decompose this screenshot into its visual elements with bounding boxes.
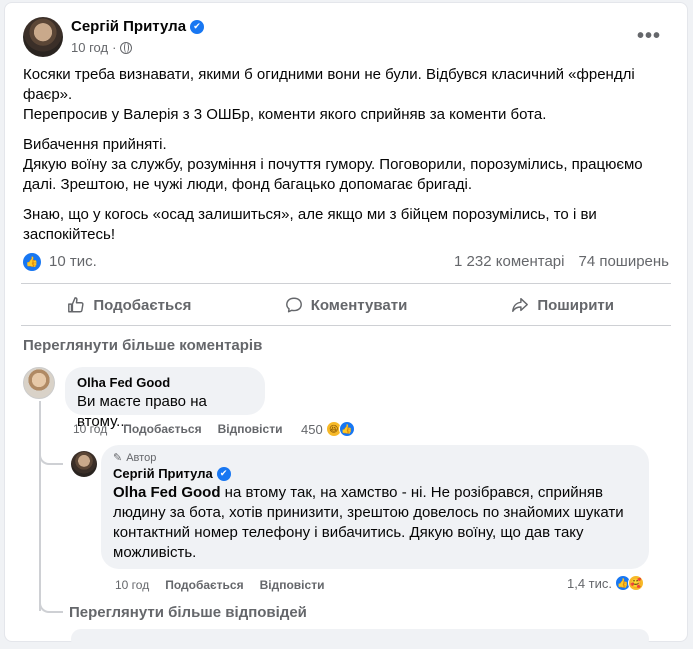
share-button-label: Поширити [537, 296, 614, 314]
comment-meta: 10 год Подобається Відповісти [73, 422, 282, 436]
view-more-replies-link[interactable]: Переглянути більше відповідей [69, 604, 307, 621]
like-reaction-icon: 👍 [338, 421, 355, 437]
post-author-name[interactable]: Сергій Притула [71, 18, 186, 35]
post-paragraph: Вибачення прийняті. Дякую воїну за служб… [23, 136, 643, 193]
author-tag: ✎ Автор [113, 451, 637, 465]
post-time[interactable]: 10 год [71, 40, 108, 55]
comment-bubble: Olha Fed Good Ви маєте право на втому... [65, 367, 265, 430]
reply-author-name[interactable]: Сергій Притула [113, 466, 213, 481]
shares-count[interactable]: 74 поширень [578, 253, 669, 270]
verified-badge-icon: ✔ [190, 19, 205, 34]
reply-bubble: ✎ Автор Сергій Притула ✔ Olha Fed Good н… [101, 445, 649, 569]
comments-count[interactable]: 1 232 коментарі [454, 253, 564, 270]
author-tag-label: Автор [126, 451, 157, 464]
reply-reactions[interactable]: 1,4 тис. 👍 🥰 [567, 575, 645, 591]
author-avatar[interactable] [23, 17, 63, 57]
post-actions: Подобається Коментувати Поширити [21, 287, 671, 323]
comment-button[interactable]: Коментувати [238, 287, 455, 323]
like-button-label: Подобається [93, 296, 192, 314]
comment-like-button[interactable]: Подобається [123, 422, 201, 436]
reactions-summary: 👍 10 тис. 1 232 коментарі 74 поширень [23, 251, 671, 275]
comment-time[interactable]: 10 год [73, 422, 107, 436]
care-reaction-icon: 🥰 [628, 575, 645, 591]
reply-meta: 10 год Подобається Відповісти [115, 578, 324, 592]
post-meta: 10 год · [71, 40, 133, 55]
like-outline-icon [68, 297, 84, 313]
post-header: Сергій Притула ✔ 10 год · ••• [23, 17, 671, 61]
divider [21, 283, 671, 284]
reply-reply-button[interactable]: Відповісти [260, 578, 325, 592]
comment-reactions[interactable]: 450 😆 👍 [301, 421, 355, 437]
post-author: Сергій Притула ✔ [71, 18, 205, 35]
divider [21, 325, 671, 326]
comment-reply-button[interactable]: Відповісти [218, 422, 283, 436]
comment-reactions-count: 450 [301, 421, 323, 437]
commenter-avatar[interactable] [23, 367, 55, 399]
globe-icon [120, 41, 133, 54]
post-card: Сергій Притула ✔ 10 год · ••• Косяки тре… [4, 2, 688, 649]
pencil-icon: ✎ [113, 452, 123, 464]
share-arrow-icon [512, 297, 529, 313]
reply-reactions-count: 1,4 тис. [567, 575, 613, 591]
comment-button-label: Коментувати [310, 296, 408, 314]
verified-badge-icon: ✔ [216, 466, 231, 481]
post-body: Косяки треба визнавати, якими б огидними… [23, 65, 663, 255]
like-reaction-icon[interactable]: 👍 [23, 253, 41, 271]
reply-time[interactable]: 10 год [115, 578, 149, 592]
post-paragraph: Знаю, що у когось «осад залишиться», але… [23, 206, 597, 243]
reply-input-box[interactable] [71, 629, 649, 649]
share-button[interactable]: Поширити [454, 287, 671, 323]
reply-like-button[interactable]: Подобається [165, 578, 243, 592]
reactions-count[interactable]: 10 тис. [49, 253, 97, 270]
thread-line [39, 401, 41, 611]
view-more-comments-link[interactable]: Переглянути більше коментарів [23, 337, 262, 354]
commenter-name[interactable]: Olha Fed Good [77, 375, 253, 390]
reply-author-avatar[interactable] [71, 451, 97, 477]
comment-bubble-icon [285, 297, 302, 313]
mention-link[interactable]: Olha Fed Good [113, 484, 221, 501]
more-options-icon[interactable]: ••• [637, 25, 661, 48]
thread-branch [39, 443, 63, 465]
reply-text: Olha Fed Good на втому так, на хамство -… [113, 483, 637, 563]
post-paragraph: Косяки треба визнавати, якими б огидними… [23, 66, 635, 123]
thread-branch [39, 591, 63, 613]
like-button[interactable]: Подобається [21, 287, 238, 323]
reply-author: Сергій Притула ✔ [113, 466, 637, 481]
